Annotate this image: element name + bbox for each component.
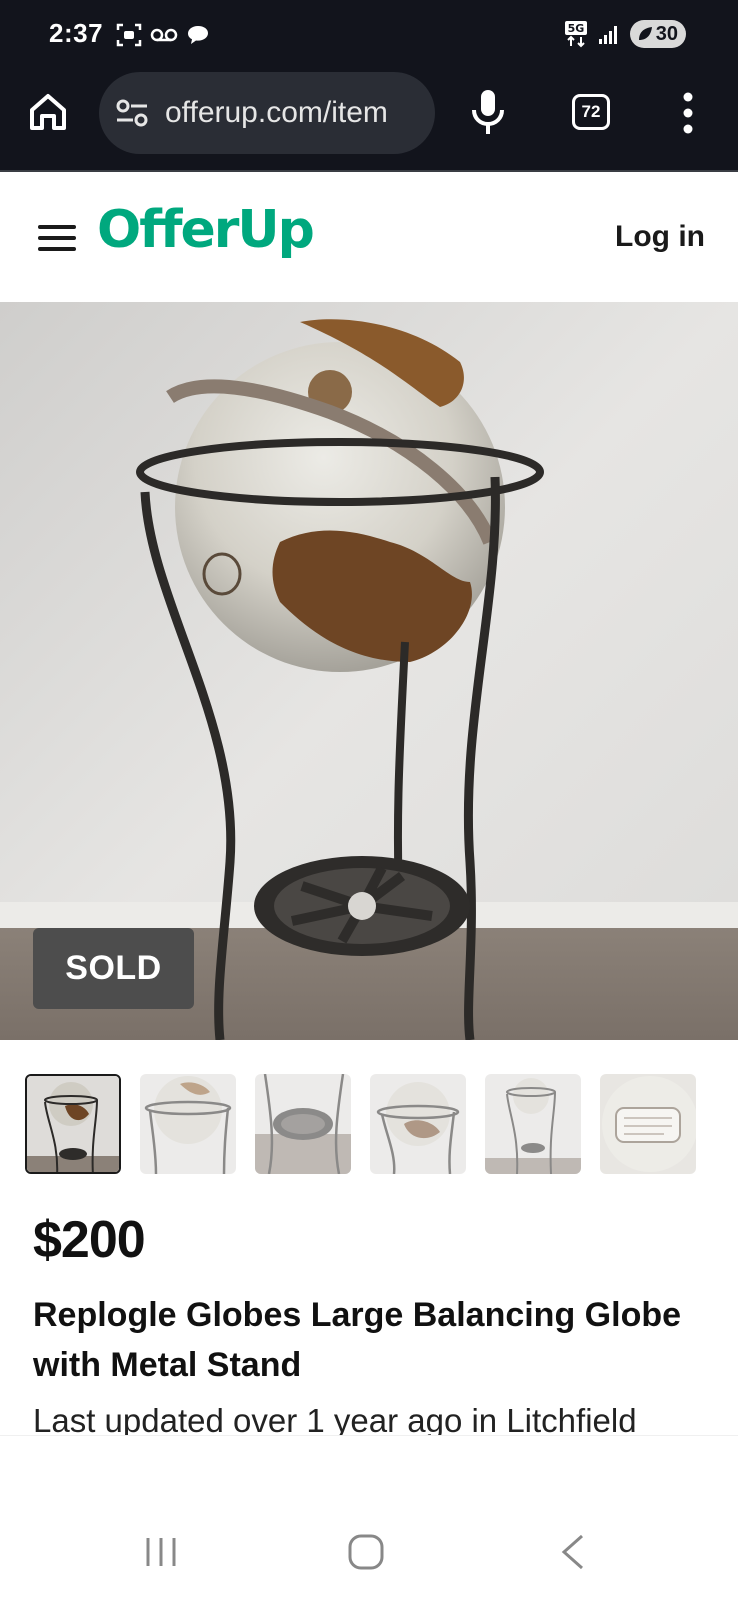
network-label: 5G xyxy=(568,22,585,35)
thumbnail-image xyxy=(27,1076,119,1172)
battery-level: 30 xyxy=(655,22,678,45)
thumbnail-2[interactable] xyxy=(140,1074,236,1174)
recent-apps-icon[interactable] xyxy=(144,1536,178,1568)
status-bar: 2:37 5G 30 xyxy=(0,0,738,70)
tab-switcher-button[interactable]: 72 xyxy=(572,94,610,130)
status-system-icons: 5G 30 xyxy=(564,20,686,48)
browser-toolbar: offerup.com/item 72 xyxy=(0,70,738,170)
site-header: OfferUp Log in xyxy=(0,172,738,302)
address-bar[interactable]: offerup.com/item xyxy=(99,72,435,154)
screenshot-icon xyxy=(116,23,142,47)
back-icon[interactable] xyxy=(560,1534,586,1570)
thumbnail-3[interactable] xyxy=(255,1074,351,1174)
network-5g-icon: 5G xyxy=(565,21,587,48)
thumbnail-image xyxy=(255,1074,351,1174)
tab-count: 72 xyxy=(581,102,601,121)
thumbnail-4[interactable] xyxy=(370,1074,466,1174)
more-options-icon[interactable] xyxy=(678,92,698,134)
status-notification-icons xyxy=(116,22,210,48)
listing-updated: Last updated over 1 year ago in Litchfie… xyxy=(33,1402,637,1438)
thumbnail-6[interactable] xyxy=(600,1074,696,1174)
site-settings-icon[interactable] xyxy=(115,98,149,128)
home-nav-icon[interactable] xyxy=(348,1534,384,1570)
thumbnail-image xyxy=(600,1074,696,1174)
thumbnail-image xyxy=(370,1074,466,1174)
voicemail-icon xyxy=(150,28,178,42)
battery-indicator: 30 xyxy=(630,20,686,48)
listing-main-image[interactable]: SOLD xyxy=(0,302,738,1040)
sold-badge: SOLD xyxy=(33,928,194,1009)
thumbnail-image xyxy=(485,1074,581,1174)
url-text: offerup.com/item xyxy=(165,96,388,129)
system-navigation-bar xyxy=(0,1436,738,1600)
listing-title: Replogle Globes Large Balancing Globe wi… xyxy=(33,1296,682,1384)
listing-price: $200 xyxy=(33,1211,146,1269)
power-saving-icon xyxy=(639,27,652,40)
chat-bubble-icon xyxy=(188,26,208,44)
home-icon[interactable] xyxy=(26,90,70,134)
thumbnail-image xyxy=(140,1074,236,1174)
login-link[interactable]: Log in xyxy=(615,220,705,254)
microphone-icon[interactable] xyxy=(468,88,508,136)
thumbnail-5[interactable] xyxy=(485,1074,581,1174)
status-time: 2:37 xyxy=(49,18,104,48)
thumbnail-strip xyxy=(25,1074,696,1174)
signal-icon xyxy=(599,26,617,44)
hamburger-menu-icon[interactable] xyxy=(38,224,76,252)
thumbnail-1[interactable] xyxy=(25,1074,121,1174)
offerup-logo[interactable]: OfferUp xyxy=(97,200,315,260)
